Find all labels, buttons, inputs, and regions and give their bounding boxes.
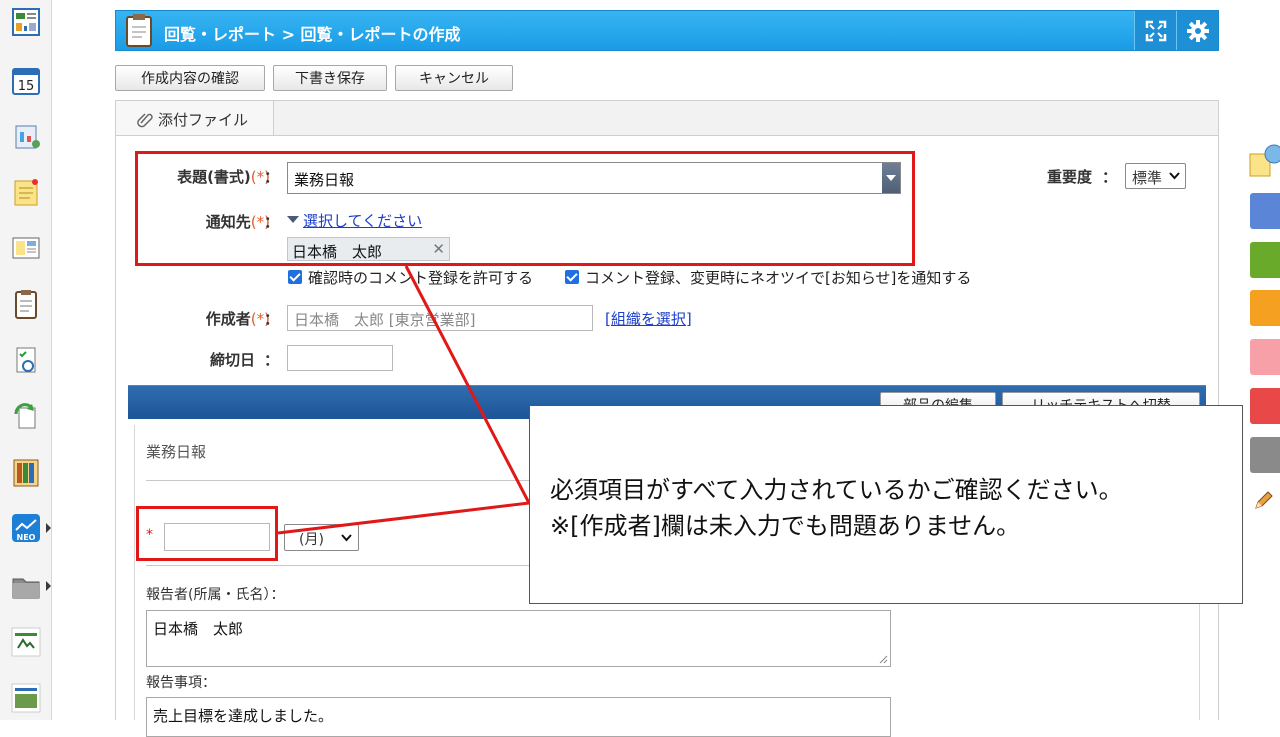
weekday-select[interactable]: (月)	[284, 524, 359, 551]
chevron-down-icon	[1169, 172, 1180, 180]
tab-pink[interactable]	[1250, 339, 1280, 375]
tab-green[interactable]	[1250, 242, 1280, 278]
pencil-icon[interactable]	[1252, 490, 1274, 512]
attachment-label: 添付ファイル	[158, 111, 249, 129]
importance-value: 標準	[1132, 169, 1163, 187]
cancel-button[interactable]: キャンセル	[395, 65, 513, 91]
calendar-icon[interactable]: 15	[10, 64, 42, 96]
paperclip-icon	[137, 113, 153, 128]
app-icon-2[interactable]	[10, 682, 42, 714]
highlight-required-fields	[135, 151, 915, 266]
highlight-date-field	[136, 506, 278, 561]
weekday-value: (月)	[299, 532, 324, 548]
app-icon-1[interactable]	[10, 626, 42, 658]
attachment-bar: 添付ファイル	[115, 100, 1219, 136]
folder-icon[interactable]	[10, 570, 42, 602]
deadline-input[interactable]	[287, 345, 393, 371]
reporter-value: 日本橋 太郎	[153, 620, 244, 638]
allow-comment-label: 確認時のコメント登録を許可する	[308, 269, 534, 287]
circular-report-icon[interactable]	[10, 288, 42, 320]
resize-handle-icon[interactable]	[879, 655, 888, 664]
report-textarea[interactable]: 売上目標を達成しました。	[146, 697, 891, 737]
callout-line-1: 必須項目がすべて入力されているかご確認ください。	[550, 476, 1123, 504]
gear-icon	[1186, 19, 1209, 42]
right-panel-tabs	[1246, 0, 1280, 720]
expand-arrow-icon[interactable]	[46, 523, 51, 533]
settings-button[interactable]	[1176, 11, 1218, 50]
author-label: 作成者(*)	[205, 310, 270, 328]
confirm-button[interactable]: 作成内容の確認	[115, 65, 265, 91]
svg-text:15: 15	[18, 79, 35, 94]
breadcrumb: 回覧・レポート > 回覧・レポートの作成	[164, 25, 461, 44]
reporter-textarea[interactable]: 日本橋 太郎	[146, 610, 891, 667]
memo-icon[interactable]	[10, 176, 42, 208]
neo-icon[interactable]: NEO	[10, 512, 42, 544]
app-dock: 15 NEO	[0, 0, 52, 720]
select-organization-link[interactable]: [組織を選択]	[605, 308, 692, 329]
tab-blue[interactable]	[1250, 193, 1280, 229]
tab-orange[interactable]	[1250, 290, 1280, 326]
cabinet-icon[interactable]	[10, 456, 42, 488]
colon: ：	[1102, 168, 1118, 186]
report-label: 報告事項：	[146, 675, 216, 691]
colon: ：	[264, 310, 280, 328]
importance-label: 重要度	[1047, 168, 1093, 186]
notify-comment-checkbox[interactable]	[565, 270, 579, 284]
fullscreen-button[interactable]	[1134, 11, 1176, 50]
callout-line-2: ※[作成者]欄は未入力でも問題ありません。	[550, 512, 1021, 540]
save-draft-button[interactable]: 下書き保存	[273, 65, 387, 91]
tab-gray[interactable]	[1250, 437, 1280, 473]
allow-comment-checkbox[interactable]	[288, 270, 302, 284]
portal-icon[interactable]	[10, 6, 42, 38]
clipboard-icon	[126, 14, 152, 47]
report-value: 売上目標を達成しました。	[153, 707, 334, 725]
reporter-label: 報告者(所属・氏名）：	[146, 587, 285, 603]
sticky-note-icon[interactable]	[1246, 142, 1280, 182]
author-placeholder: 日本橋 太郎 [東京営業部]	[294, 311, 476, 329]
svg-text:NEO: NEO	[17, 533, 36, 542]
tab-red[interactable]	[1250, 388, 1280, 424]
colon: ：	[264, 351, 280, 369]
search-report-icon[interactable]	[10, 344, 42, 376]
chevron-down-icon	[341, 534, 352, 542]
importance-select[interactable]: 標準	[1125, 163, 1186, 189]
instruction-callout: 必須項目がすべて入力されているかご確認ください。 ※[作成者]欄は未入力でも問題…	[529, 405, 1243, 604]
author-input[interactable]: 日本橋 太郎 [東京営業部]	[287, 305, 593, 331]
notify-comment-label: コメント登録、変更時にネオツイで[お知らせ]を通知する	[585, 269, 972, 287]
attachment-tab[interactable]: 添付ファイル	[116, 101, 274, 135]
page-header: 回覧・レポート > 回覧・レポートの作成	[115, 10, 1219, 51]
facility-icon[interactable]	[10, 120, 42, 152]
document-title: 業務日報	[146, 443, 207, 461]
bulletin-icon[interactable]	[10, 232, 42, 264]
expand-icon	[1145, 20, 1166, 41]
expand-arrow-icon[interactable]	[46, 581, 51, 591]
workflow-icon[interactable]	[10, 400, 42, 432]
deadline-label: 締切日	[210, 351, 256, 369]
